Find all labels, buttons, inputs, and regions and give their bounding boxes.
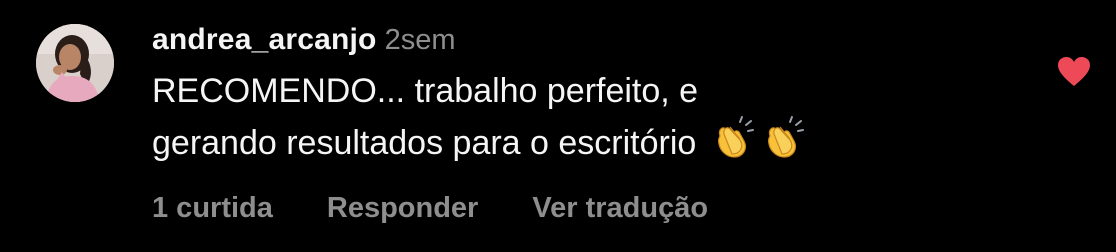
username[interactable]: andrea_arcanjo: [152, 23, 377, 56]
timestamp: 2sem: [384, 24, 456, 56]
clapping-hands-icon: [717, 116, 754, 158]
comment-text-line-1: RECOMENDO... trabalho perfeito, e: [152, 72, 699, 110]
clapping-hands-icon: [767, 116, 804, 158]
comment-header: andrea_arcanjo 2sem: [152, 18, 1032, 62]
comment-text-line-2: gerando resultados para o escritório: [152, 124, 697, 162]
like-heart-icon[interactable]: [1057, 56, 1091, 88]
comment-body: andrea_arcanjo 2sem RECOMENDO... trabalho…: [152, 18, 1032, 224]
reply-button[interactable]: Responder: [327, 192, 478, 224]
comment: andrea_arcanjo 2sem RECOMENDO... trabalho…: [0, 0, 1116, 252]
translate-button[interactable]: Ver tradução: [532, 192, 708, 224]
comment-text: RECOMENDO... trabalho perfeito, e gerand…: [152, 69, 1032, 166]
comment-text-line-2-wrap: gerando resultados para o escritório: [152, 114, 1032, 166]
avatar-photo: [36, 24, 114, 102]
avatar[interactable]: [36, 24, 114, 102]
likes-count-link[interactable]: 1 curtida: [152, 192, 273, 224]
comment-actions: 1 curtida Responder Ver tradução: [152, 192, 762, 225]
